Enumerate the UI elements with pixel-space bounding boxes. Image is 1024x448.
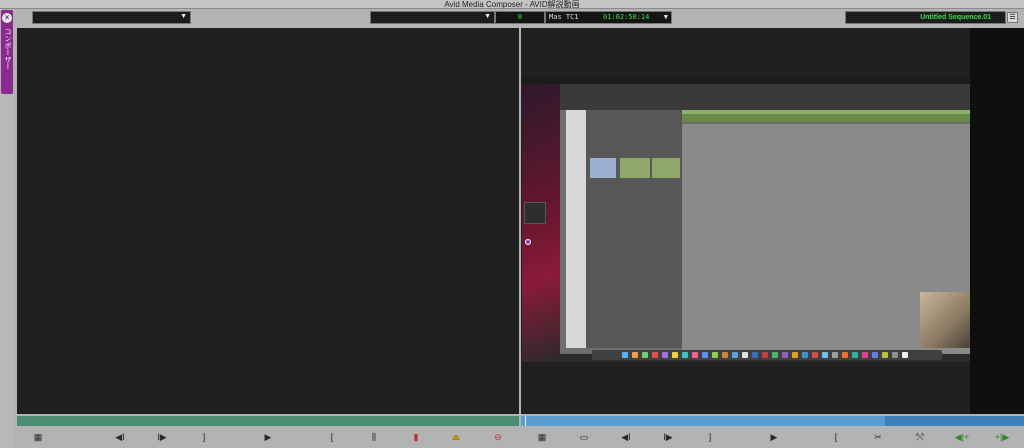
record-position-bar[interactable] (521, 416, 1024, 426)
left-strip (0, 94, 14, 448)
lift-button[interactable]: ⊖ (491, 431, 505, 443)
dock-icon (702, 352, 708, 358)
embedded-app-window (560, 84, 970, 354)
sequence-name: Untitled Sequence.01 (920, 14, 991, 21)
dock-icon (802, 352, 808, 358)
mark-in-button[interactable]: [ (327, 431, 337, 443)
embedded-clip (590, 158, 616, 178)
record-controls: ▦ ▭ ◀I I▶ ] ▶ [ ✂ ⤲ ◀|+ +|▶ (521, 429, 1024, 445)
dock-icon (862, 352, 868, 358)
embedded-mini-panel (524, 202, 546, 224)
dock-icon (872, 352, 878, 358)
dock-icon (642, 352, 648, 358)
dropdown-arrow-icon: ▼ (484, 13, 491, 20)
trim-mode-button[interactable]: ▭ (577, 431, 591, 443)
position-indicator[interactable] (525, 416, 526, 426)
dock-icon (792, 352, 798, 358)
embedded-clip (620, 158, 650, 178)
record-video-frame (522, 76, 970, 362)
step-forward-button[interactable]: I▶ (155, 431, 169, 443)
side-tab-label: コンポーザー (4, 28, 11, 70)
sync-lock-button[interactable]: ⤲ (913, 431, 927, 443)
dock-icon (882, 352, 888, 358)
dock-icon (732, 352, 738, 358)
sequence-name-menu[interactable]: Untitled Sequence.01 (845, 11, 1006, 24)
source-monitor[interactable] (17, 28, 519, 414)
dock-icon (782, 352, 788, 358)
dock-icon (622, 352, 628, 358)
record-monitor-margin (970, 28, 1024, 414)
tc-label: Mas TC1 (549, 13, 579, 21)
mark-out-button[interactable]: ] (199, 431, 209, 443)
mark-in-button[interactable]: [ (831, 431, 841, 443)
record-tracks-menu[interactable]: ▼ (370, 11, 495, 24)
tc-value: 01:02:50:14 (603, 13, 650, 21)
dock-icon (682, 352, 688, 358)
dock-icon (832, 352, 838, 358)
go-to-previous-edit-button[interactable]: ◀|+ (953, 431, 971, 443)
dock-icon (892, 352, 898, 358)
dock-icon (692, 352, 698, 358)
overwrite-button[interactable]: ⏏ (449, 431, 463, 443)
close-icon[interactable]: × (2, 13, 12, 23)
timecode-display[interactable]: Mas TC1 01:02:50:14 ▼ (545, 11, 672, 24)
embedded-clip (652, 158, 680, 178)
dock-icon (742, 352, 748, 358)
embedded-track-list (566, 110, 586, 348)
window-title: Avid Media Composer - AVID解説動画 (0, 0, 1024, 9)
dropdown-arrow-icon: ▼ (180, 13, 187, 20)
dock-icon (822, 352, 828, 358)
dock-icon (632, 352, 638, 358)
fast-menu-icon[interactable]: ☰ (1007, 12, 1018, 23)
dock-icon (812, 352, 818, 358)
play-button[interactable]: ▶ (261, 431, 275, 443)
clip-name-icon[interactable]: ▦ (31, 431, 45, 443)
mark-clip-button[interactable]: ⫼ (367, 431, 381, 443)
embedded-track (682, 114, 970, 122)
embedded-dot (525, 239, 531, 245)
composer-side-tab[interactable]: × コンポーザー (1, 10, 13, 94)
dropdown-arrow-icon: ▼ (663, 13, 668, 21)
embedded-clip-zone (586, 110, 682, 348)
dock-icon (672, 352, 678, 358)
counter-display[interactable]: 0 (495, 11, 545, 24)
play-button[interactable]: ▶ (767, 431, 781, 443)
splice-in-button[interactable]: ▮ (411, 431, 421, 443)
dock-icon (762, 352, 768, 358)
dock-icon (902, 352, 908, 358)
avid-window: Avid Media Composer - AVID解説動画 × コンポーザー … (0, 0, 1024, 448)
embedded-dock (592, 350, 942, 360)
source-controls: ▦ ◀I I▶ ] ▶ [ ⫼ ▮ ⏏ ⊖ (17, 429, 519, 445)
source-position-bar[interactable] (17, 416, 519, 426)
mark-out-button[interactable]: ] (705, 431, 715, 443)
dock-icon (852, 352, 858, 358)
source-clip-menu[interactable]: ▼ (32, 11, 191, 24)
record-position-fill (885, 416, 1024, 426)
dock-icon (652, 352, 658, 358)
add-edit-button[interactable]: ✂ (871, 431, 885, 443)
dock-icon (752, 352, 758, 358)
dock-icon (842, 352, 848, 358)
dock-icon (712, 352, 718, 358)
embedded-toolbar (560, 84, 970, 110)
webcam-overlay (920, 292, 970, 348)
go-to-next-edit-button[interactable]: +|▶ (993, 431, 1011, 443)
step-forward-button[interactable]: I▶ (661, 431, 675, 443)
dock-icon (662, 352, 668, 358)
dock-icon (772, 352, 778, 358)
step-back-button[interactable]: ◀I (113, 431, 127, 443)
dock-icon (722, 352, 728, 358)
clip-name-icon[interactable]: ▦ (535, 431, 549, 443)
step-back-button[interactable]: ◀I (619, 431, 633, 443)
embedded-menubar (522, 76, 970, 84)
